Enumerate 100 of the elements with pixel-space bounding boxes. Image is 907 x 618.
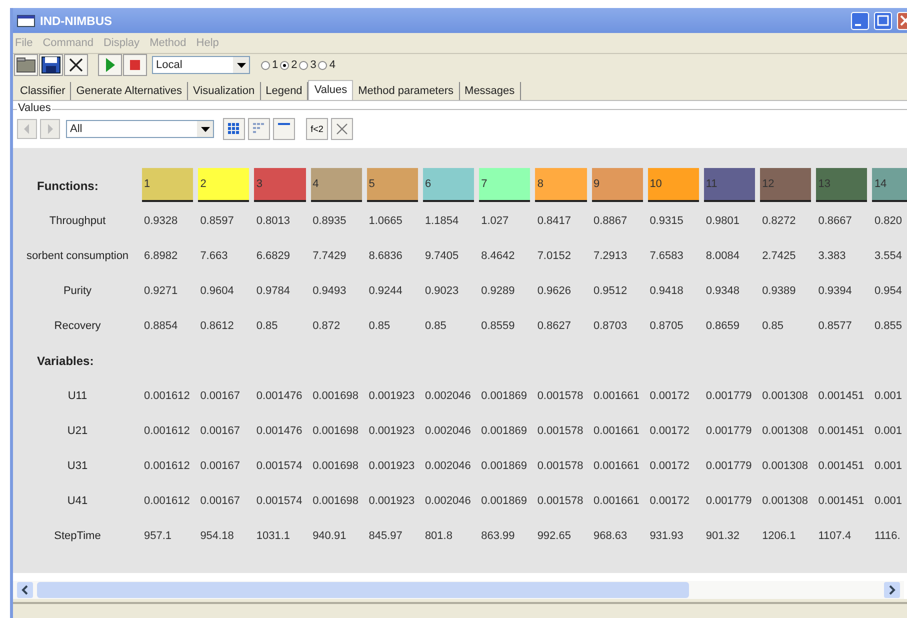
table-cell-text: 0.001779: [704, 494, 753, 509]
table-cell-text: 0.001661: [592, 424, 640, 439]
table-cell-text: 0.9784: [255, 284, 292, 299]
row-label: U11: [66, 388, 88, 404]
table-cell-text: 0.001661: [592, 388, 640, 404]
table-cell-text: 0.85: [368, 318, 392, 334]
radio-option[interactable]: 3: [299, 59, 316, 72]
tab[interactable]: Generate Alternatives: [71, 82, 188, 100]
table-cell-text: 0.9604: [199, 284, 235, 299]
table-cell-text: 0.00172: [648, 494, 690, 509]
table-cell-text: 1107.4: [817, 528, 852, 544]
tab[interactable]: Visualization: [188, 82, 261, 100]
table-cell-text: 0.9801: [704, 214, 741, 229]
table-cell-text: 954.18: [199, 528, 235, 544]
radio-option[interactable]: 4: [318, 59, 336, 72]
filter-button[interactable]: f<2: [306, 118, 328, 140]
table-cell-text: 0.855: [873, 318, 903, 334]
table-cell-text: 0.00172: [648, 424, 690, 439]
table-cell-text: 0.001923: [368, 458, 416, 474]
table-cell-text: 0.001923: [368, 494, 416, 509]
radio-option[interactable]: 2: [280, 59, 298, 72]
radio-option[interactable]: 1: [261, 59, 278, 72]
section-heading: Variables:: [36, 352, 95, 370]
table-cell-text: 0.001779: [704, 458, 753, 474]
table-cell-text: 0.9493: [312, 284, 348, 299]
table-cell-text: 0.8659: [704, 318, 741, 334]
table-cell-text: 6.6829: [255, 248, 292, 264]
table-cell-text: 0.872: [312, 318, 342, 334]
column-header: 8: [535, 168, 586, 202]
table-cell-text: 0.001612: [143, 388, 191, 404]
table-cell-text: 0.001: [873, 494, 903, 509]
column-header: 6: [422, 168, 474, 202]
column-header: 14: [872, 168, 907, 202]
table-cell-text: 7.6583: [648, 248, 684, 264]
table-cell-text: 0.9394: [817, 284, 853, 299]
table-cell-text: 0.001451: [817, 458, 866, 474]
table-cell-text: 0.001451: [817, 388, 866, 404]
table-cell-text: 0.002046: [424, 424, 472, 439]
column-header: 7: [479, 168, 530, 202]
table-cell-text: 0.9512: [592, 284, 628, 299]
table-cell-text: 0.8013: [255, 214, 292, 229]
table-cell-text: 0.00172: [648, 388, 690, 404]
table-cell-text: 0.8705: [648, 318, 684, 334]
table-cell-text: 940.91: [312, 528, 348, 544]
table-cell-text: 3.554: [873, 248, 903, 264]
tab[interactable]: Messages: [460, 82, 521, 100]
tab[interactable]: Classifier: [15, 82, 72, 100]
table-cell-text: 3.383: [817, 248, 847, 264]
table-cell-text: 0.001698: [312, 424, 360, 439]
table-cell-text: 0.9389: [761, 284, 797, 299]
table-cell-text: 801.8: [424, 528, 454, 544]
table-cell-text: 0.9244: [368, 284, 404, 299]
table-cell-text: 7.7429: [312, 248, 348, 264]
table-cell-text: 0.85: [761, 318, 784, 334]
table-cell-text: 7.0152: [536, 248, 572, 264]
table-cell-text: 0.002046: [424, 494, 472, 509]
table-cell-text: 845.97: [368, 528, 404, 544]
table-cell-text: 0.001612: [143, 458, 191, 474]
mode-combo[interactable]: Local: [152, 56, 250, 74]
table-cell-text: 0.001698: [312, 388, 360, 404]
table-cell-text: 992.65: [536, 528, 572, 544]
table-cell-text: 0.001779: [704, 388, 753, 404]
column-header: 4: [310, 168, 362, 202]
table-cell-text: 1.1854: [424, 214, 460, 229]
table-cell-text: 931.93: [648, 528, 684, 544]
window-title: IND-NIMBUS: [40, 14, 112, 28]
table-cell-text: 0.001612: [143, 424, 191, 439]
table-cell-text: 8.4642: [480, 248, 516, 264]
table-cell-text: 8.0084: [704, 248, 741, 264]
column-header: 9: [592, 168, 643, 202]
table-cell-text: 0.8417: [536, 214, 572, 229]
table-cell-text: 0.8272: [761, 214, 797, 229]
table-cell-text: 0.001869: [480, 458, 528, 474]
table-cell-text: 0.00167: [199, 458, 241, 474]
table-cell-text: 0.001308: [761, 494, 809, 509]
tab[interactable]: Method parameters: [353, 82, 460, 100]
table-cell-text: 0.001308: [761, 458, 809, 474]
table-cell-text: 6.8982: [143, 248, 179, 264]
table-cell-text: 0.8597: [199, 214, 235, 229]
table-cell-text: 0.8612: [199, 318, 235, 334]
column-header: 11: [704, 168, 756, 202]
table-cell-text: 957.1: [143, 528, 173, 544]
table-cell-text: 9.7405: [424, 248, 460, 264]
table-cell-text: 0.001661: [592, 458, 640, 474]
row-label: U41: [66, 494, 89, 509]
table-cell-text: 0.001661: [592, 494, 640, 509]
tab[interactable]: Values: [308, 80, 354, 100]
table-cell-text: 0.9271: [143, 284, 179, 299]
row-label: U21: [66, 424, 89, 439]
table-cell-text: 7.663: [199, 248, 229, 264]
tab[interactable]: Legend: [260, 82, 308, 100]
table-cell-text: 0.9418: [648, 284, 684, 299]
table-cell-text: 0.001308: [761, 424, 809, 439]
table-cell-text: 0.8867: [592, 214, 628, 229]
table-cell-text: 0.001578: [536, 494, 584, 509]
filter-combo[interactable]: All: [66, 120, 214, 138]
table-cell-text: 0.9328: [143, 214, 179, 229]
column-header: 12: [760, 168, 812, 202]
table-cell-text: 0.85: [424, 318, 448, 334]
table-cell-text: 0.001779: [704, 424, 753, 439]
